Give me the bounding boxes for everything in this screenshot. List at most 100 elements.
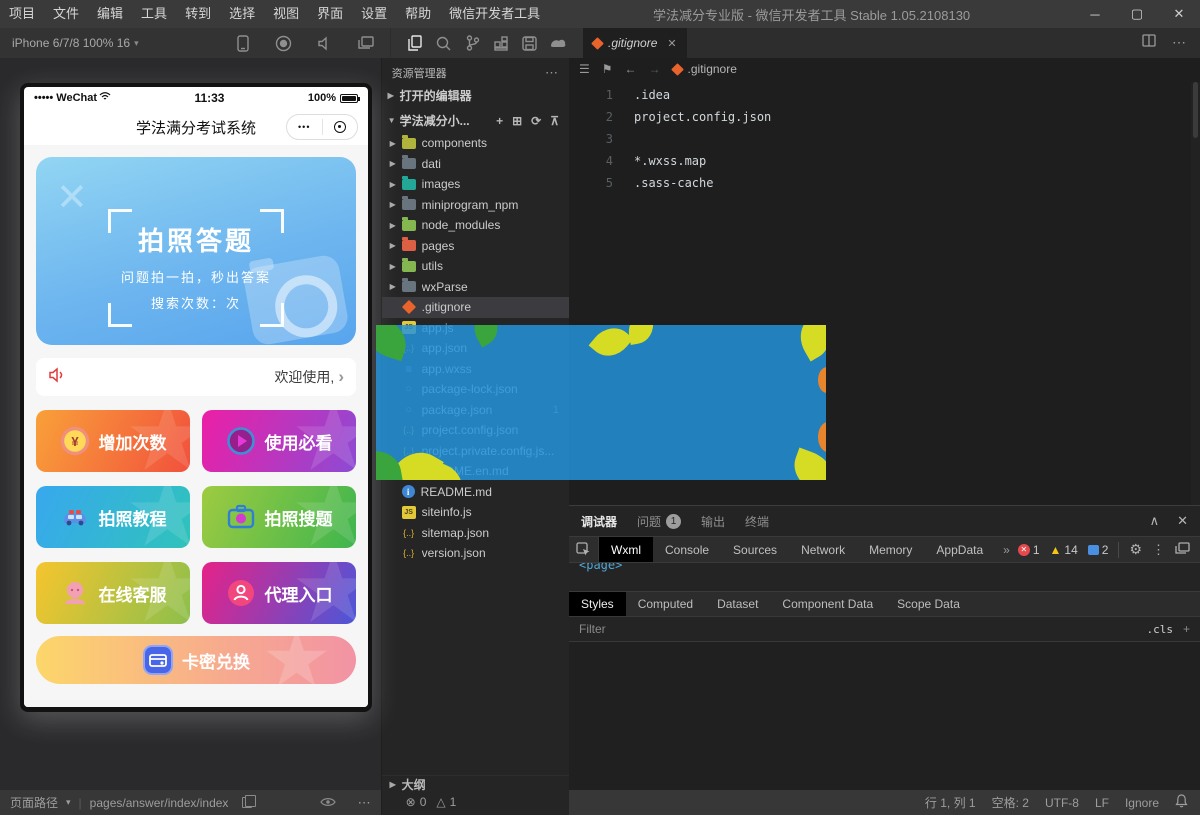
error-counter[interactable]: ✕1 — [1018, 543, 1040, 557]
collapse-panel-icon[interactable]: ∧ — [1150, 513, 1160, 529]
menu-item[interactable]: 设置 — [352, 0, 396, 28]
tree-row[interactable]: ▶ images — [382, 174, 569, 195]
menu-item[interactable]: 帮助 — [396, 0, 440, 28]
tree-row[interactable]: version.json — [382, 543, 569, 564]
menu-item[interactable]: 转到 — [176, 0, 220, 28]
tree-row[interactable]: ▶ node_modules — [382, 215, 569, 236]
menu-item[interactable]: 项目 — [0, 0, 44, 28]
menu-item[interactable]: 编辑 — [88, 0, 132, 28]
save-icon[interactable] — [521, 35, 538, 52]
tab-gitignore[interactable]: .gitignore ✕ — [583, 28, 687, 58]
cursor-position[interactable]: 行 1, 列 1 — [925, 794, 976, 811]
multi-window-icon[interactable] — [357, 35, 374, 52]
devtools-tab[interactable]: Console — [653, 537, 721, 562]
capsule-close-icon[interactable] — [323, 121, 358, 133]
style-tab[interactable]: Styles — [569, 592, 626, 616]
phone-icon[interactable] — [234, 35, 251, 52]
page-path-selector[interactable]: 页面路径 — [10, 794, 58, 811]
back-icon[interactable]: ← — [625, 62, 637, 76]
copy-icon[interactable] — [242, 797, 252, 808]
devtools-tab[interactable]: Memory — [857, 537, 924, 562]
editor-scrollbar[interactable] — [1191, 82, 1200, 505]
close-panel-icon[interactable]: ✕ — [1177, 513, 1188, 529]
style-tab[interactable]: Scope Data — [885, 592, 972, 616]
style-tab[interactable]: Computed — [626, 592, 705, 616]
tree-row[interactable]: .gitignore — [382, 297, 569, 318]
drawer-icon[interactable] — [1175, 542, 1190, 558]
record-icon[interactable] — [275, 35, 292, 52]
split-editor-icon[interactable] — [1142, 34, 1156, 52]
outline-list-icon[interactable]: ☰ — [579, 62, 590, 76]
bookmark-icon[interactable]: ⚑ — [602, 62, 613, 76]
maximize-button[interactable]: ▢ — [1116, 0, 1158, 28]
collapse-all-icon[interactable]: ⊼ — [550, 114, 559, 128]
menu-item[interactable]: 工具 — [132, 0, 176, 28]
explorer-icon[interactable] — [407, 35, 424, 52]
language-mode[interactable]: Ignore — [1125, 796, 1159, 810]
outline-section[interactable]: ▶ 大纲 — [382, 775, 569, 793]
new-style-rule-icon[interactable]: + — [1183, 622, 1190, 636]
refresh-icon[interactable]: ⟳ — [531, 114, 541, 128]
menu-item[interactable]: 视图 — [264, 0, 308, 28]
eol-setting[interactable]: LF — [1095, 796, 1109, 810]
photo-answer-card[interactable]: ✕ 拍照答题 问题拍一拍，秒出答案 搜索次数：次 — [36, 157, 356, 345]
menu-item[interactable]: 选择 — [220, 0, 264, 28]
tree-row[interactable]: ▶ utils — [382, 256, 569, 277]
debugger-tab[interactable]: 终端 — [745, 513, 769, 530]
style-tab[interactable]: Component Data — [770, 592, 885, 616]
new-file-icon[interactable]: + — [496, 114, 503, 128]
more-tabs-icon[interactable]: » — [995, 543, 1018, 557]
menu-item[interactable]: 微信开发者工具 — [440, 0, 549, 28]
notice-bar[interactable]: 欢迎使用, › — [36, 358, 356, 396]
open-editors-section[interactable]: ▶ 打开的编辑器 — [382, 82, 569, 108]
gear-icon[interactable]: ⚙ — [1129, 541, 1142, 558]
add-count-button[interactable]: ¥ 增加次数 — [36, 410, 190, 472]
extensions-icon[interactable] — [493, 35, 510, 52]
warning-counter[interactable]: ▲14 — [1050, 543, 1078, 557]
tree-row[interactable]: ▶ dati — [382, 154, 569, 175]
must-read-button[interactable]: 使用必看 — [202, 410, 356, 472]
tree-row[interactable]: ▶ wxParse — [382, 277, 569, 298]
devtools-tab[interactable]: AppData — [924, 537, 995, 562]
agent-entry-button[interactable]: 代理入口 — [202, 562, 356, 624]
close-button[interactable]: ✕ — [1158, 0, 1200, 28]
card-redeem-button[interactable]: 卡密兑换 — [36, 636, 356, 684]
tree-row[interactable]: siteinfo.js — [382, 502, 569, 523]
devtools-tab[interactable]: Network — [789, 537, 857, 562]
more-actions-icon[interactable]: ⋯ — [1172, 34, 1186, 52]
wxml-page-node[interactable]: <page> — [579, 563, 622, 572]
style-tab[interactable]: Dataset — [705, 592, 770, 616]
photo-search-button[interactable]: 拍照搜题 — [202, 486, 356, 548]
git-branch-icon[interactable] — [464, 35, 481, 52]
device-selector[interactable]: iPhone 6/7/8 100% 16 — [12, 36, 130, 50]
menu-item[interactable]: 文件 — [44, 0, 88, 28]
cloud-whale-icon[interactable] — [550, 35, 567, 52]
tree-row[interactable]: sitemap.json — [382, 523, 569, 544]
devtools-tab[interactable]: Wxml — [599, 537, 653, 562]
cls-toggle[interactable]: .cls — [1146, 623, 1173, 636]
debugger-tab[interactable]: 调试器 — [581, 513, 617, 530]
devtools-tab[interactable]: Sources — [721, 537, 789, 562]
online-service-button[interactable]: 在线客服 — [36, 562, 190, 624]
tree-row[interactable]: ▶ pages — [382, 236, 569, 257]
debugger-tab[interactable]: 输出 — [701, 513, 725, 530]
indent-setting[interactable]: 空格: 2 — [992, 794, 1029, 811]
eye-icon[interactable] — [320, 796, 336, 810]
explorer-more-icon[interactable]: ⋯ — [545, 65, 559, 81]
encoding-setting[interactable]: UTF-8 — [1045, 796, 1079, 810]
forward-icon[interactable]: → — [649, 62, 661, 76]
photo-tutorial-button[interactable]: 拍照教程 — [36, 486, 190, 548]
bell-icon[interactable] — [1175, 794, 1188, 811]
tree-row[interactable]: ▶ components — [382, 133, 569, 154]
new-folder-icon[interactable]: ⊞ — [512, 114, 522, 128]
wxml-tree[interactable]: <page> — [569, 563, 1200, 591]
kebab-menu-icon[interactable]: ⋮ — [1152, 542, 1165, 558]
project-section[interactable]: ▼ 学法减分小... + ⊞ ⟳ ⊼ — [382, 108, 569, 133]
tab-close-icon[interactable]: ✕ — [667, 37, 676, 50]
filter-input[interactable]: Filter — [579, 622, 606, 636]
capsule-menu-icon[interactable]: ••• — [287, 122, 322, 132]
info-counter[interactable]: 2 — [1088, 543, 1109, 557]
tree-row[interactable]: ▶ miniprogram_npm — [382, 195, 569, 216]
tree-row[interactable]: README.md — [382, 482, 569, 503]
minimize-button[interactable]: ─ — [1074, 0, 1116, 28]
